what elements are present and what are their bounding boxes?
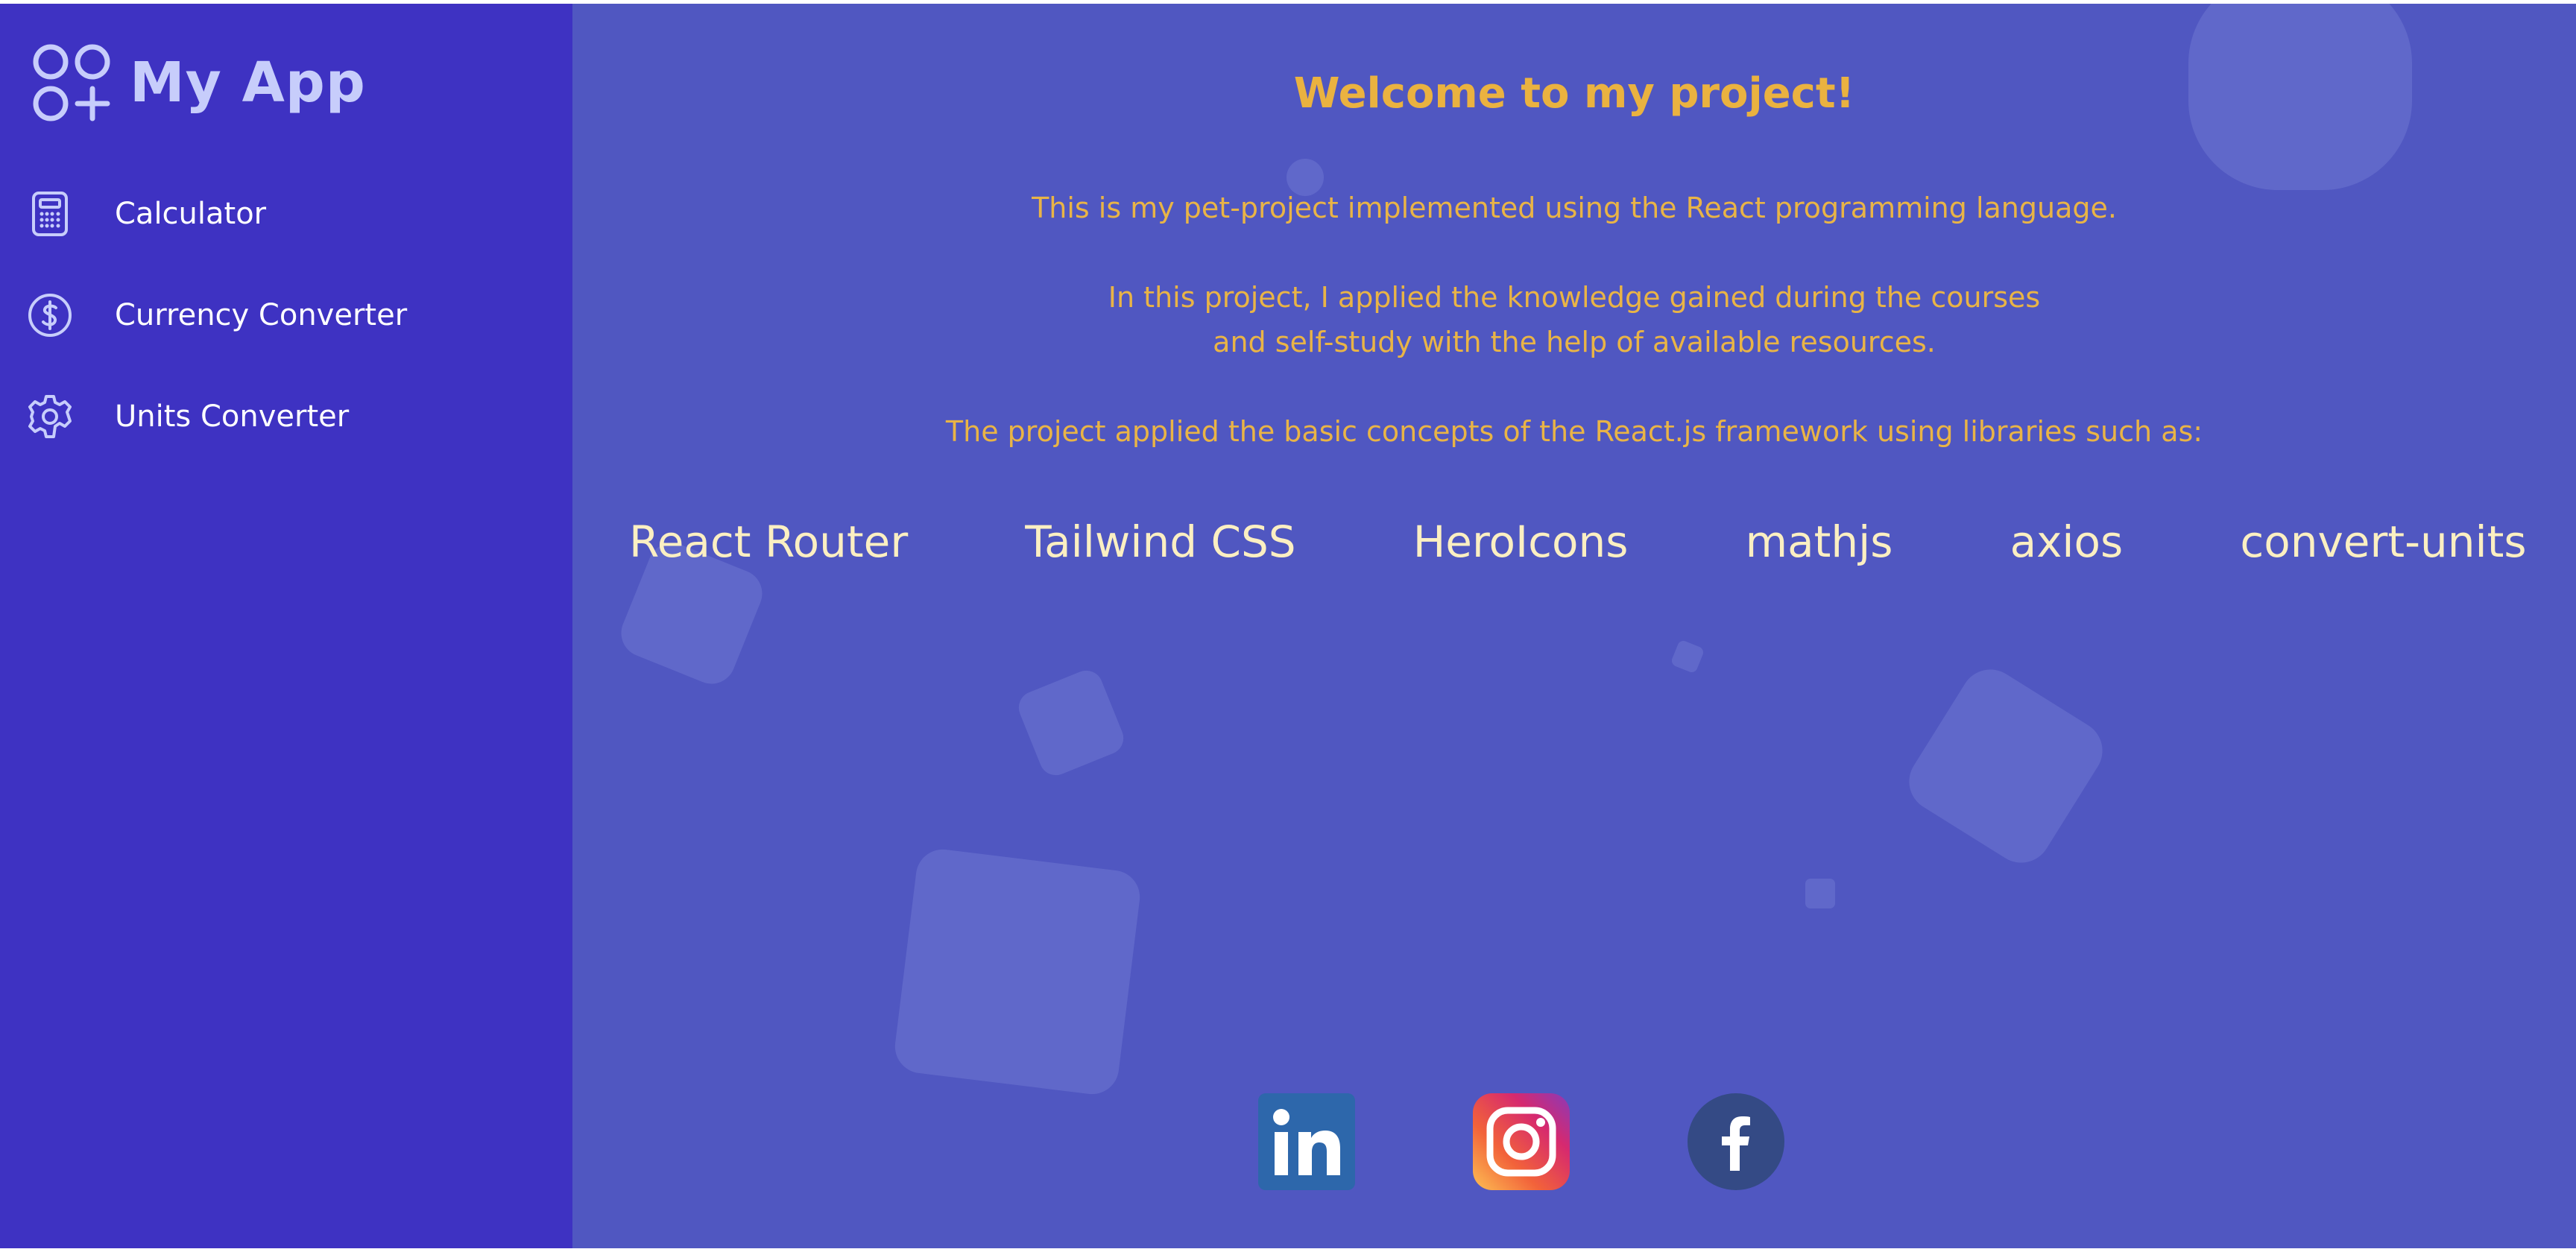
decorative-shape — [1805, 879, 1835, 908]
library-convert-units: convert-units — [2240, 516, 2527, 567]
sidebar: My App Calculator Currency Converter Uni… — [0, 4, 572, 1248]
decorative-shape — [1898, 658, 2114, 874]
decorative-shape — [891, 846, 1143, 1098]
decorative-shape — [1670, 639, 1705, 674]
page-title: Welcome to my project! — [1293, 69, 1855, 118]
linkedin-icon[interactable] — [1258, 1093, 1355, 1190]
libraries-intro-text: The project applied the basic concepts o… — [945, 415, 2203, 448]
gear-icon — [28, 395, 72, 438]
knowledge-text-line-2: and self-study with the help of availabl… — [1213, 326, 1936, 358]
app-root: My App Calculator Currency Converter Uni… — [0, 4, 2576, 1248]
sidebar-item-calculator[interactable]: Calculator — [27, 187, 407, 241]
social-links — [1258, 1093, 1902, 1190]
library-react-router: React Router — [629, 516, 909, 567]
calculator-icon — [32, 192, 68, 236]
intro-text: This is my pet-project implemented using… — [1032, 192, 2117, 224]
library-mathjs: mathjs — [1745, 516, 1893, 567]
library-heroicons: HeroIcons — [1412, 516, 1629, 567]
library-tailwind-css: Tailwind CSS — [1025, 516, 1296, 567]
facebook-icon[interactable] — [1688, 1093, 1784, 1190]
sidebar-item-currency-converter[interactable]: Currency Converter — [27, 288, 407, 342]
library-axios: axios — [2010, 516, 2124, 567]
instagram-icon[interactable] — [1473, 1093, 1570, 1190]
sidebar-item-label: Calculator — [115, 197, 267, 231]
brand[interactable]: My App — [33, 44, 366, 121]
knowledge-text-line-1: In this project, I applied the knowledge… — [1108, 281, 2041, 314]
apps-icon — [33, 44, 110, 121]
sidebar-nav: Calculator Currency Converter Units Conv… — [27, 187, 407, 491]
sidebar-item-units-converter[interactable]: Units Converter — [27, 390, 407, 443]
main-content: Welcome to my project! This is my pet-pr… — [572, 4, 2576, 1248]
currency-dollar-icon — [28, 294, 72, 337]
app-title: My App — [130, 51, 366, 115]
decorative-shape — [1014, 665, 1128, 780]
libraries-list: React Router Tailwind CSS HeroIcons math… — [572, 516, 2576, 567]
sidebar-item-label: Units Converter — [115, 399, 350, 434]
sidebar-item-label: Currency Converter — [115, 298, 408, 332]
